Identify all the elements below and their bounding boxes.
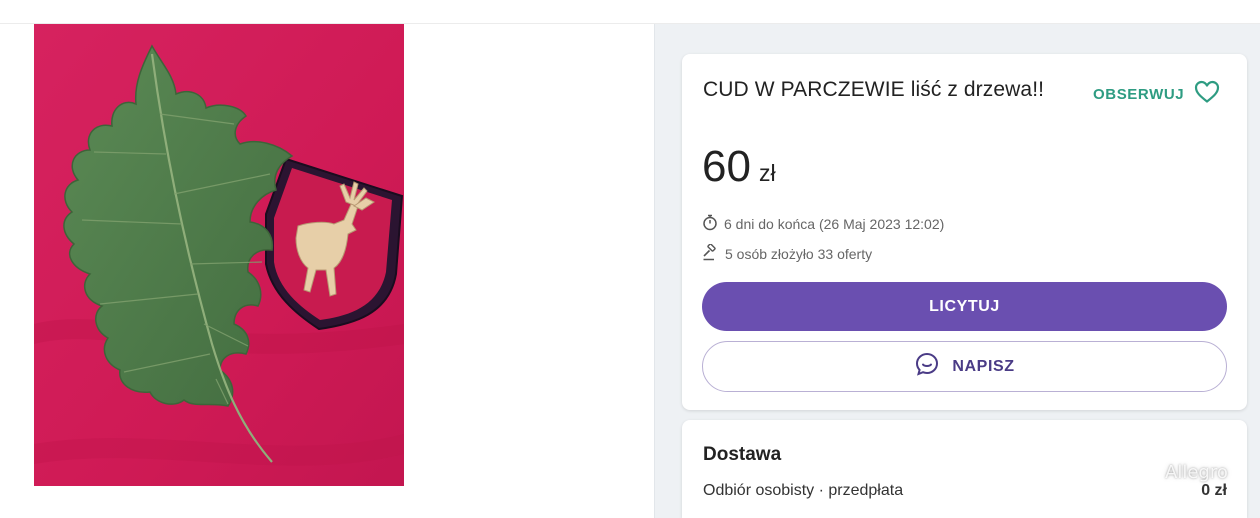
chat-bubble-icon	[914, 351, 940, 382]
delivery-option-label: Odbiór osobisty · przedpłata	[703, 482, 904, 499]
price: 60 zł	[702, 142, 776, 192]
delivery-option-price: 0 zł	[1201, 482, 1227, 499]
product-photo[interactable]	[34, 24, 404, 486]
top-bar	[0, 0, 1260, 24]
product-photo-illustration	[34, 24, 404, 486]
price-amount: 60	[702, 142, 751, 191]
bid-button[interactable]: LICYTUJ	[702, 282, 1227, 331]
stopwatch-icon	[702, 214, 718, 234]
bid-button-label: LICYTUJ	[929, 297, 1000, 315]
watch-button[interactable]: OBSERWUJ	[1093, 80, 1220, 109]
bids-row: 5 osób złożyło 33 oferty	[702, 243, 873, 264]
gavel-icon	[702, 243, 719, 264]
time-left-text: 6 dni do końca (26 Maj 2023 12:02)	[724, 216, 945, 232]
bids-text: 5 osób złożyło 33 oferty	[725, 246, 873, 262]
allegro-watermark: Allegro	[1165, 462, 1228, 483]
message-button[interactable]: NAPISZ	[702, 341, 1227, 392]
watch-label: OBSERWUJ	[1093, 86, 1185, 103]
price-currency: zł	[758, 160, 776, 186]
delivery-title: Dostawa	[703, 444, 782, 465]
listing-title: CUD W PARCZEWIE liść z drzewa!!	[703, 78, 1045, 101]
heart-icon	[1194, 80, 1220, 109]
time-left-row: 6 dni do końca (26 Maj 2023 12:02)	[702, 214, 944, 234]
delivery-card: Dostawa Odbiór osobisty · przedpłata 0 z…	[682, 420, 1247, 518]
delivery-option[interactable]: Odbiór osobisty · przedpłata 0 zł	[703, 482, 1227, 500]
message-button-label: NAPISZ	[952, 357, 1015, 375]
purchase-card: CUD W PARCZEWIE liść z drzewa!! OBSERWUJ…	[682, 54, 1247, 410]
